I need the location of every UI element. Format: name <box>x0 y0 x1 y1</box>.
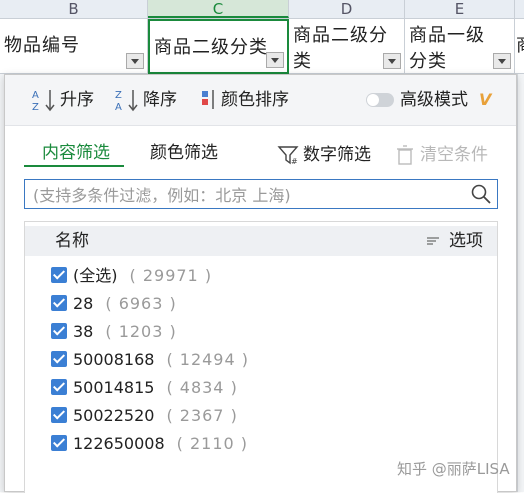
header-cell-label: 物品编号 <box>4 35 80 56</box>
sort-ascending-label: 升序 <box>60 90 94 110</box>
column-letter-e[interactable]: E <box>405 0 515 18</box>
advanced-mode-label: 高级模式 <box>400 90 468 110</box>
number-filter-label: 数字筛选 <box>303 145 371 165</box>
tab-color-filter[interactable]: 颜色筛选 <box>150 141 218 165</box>
list-item-select-all[interactable]: (全选) ( 29971 ) <box>51 262 249 290</box>
list-item[interactable]: 122650008 ( 2110 ) <box>51 430 249 458</box>
vip-badge: V <box>479 90 492 109</box>
trash-icon <box>397 145 413 165</box>
watermark: 知乎 @丽萨LISA <box>397 460 510 478</box>
list-header: 名称 选项 <box>25 226 497 256</box>
list-item-count: ( 6963 ) <box>105 294 177 313</box>
list-item-label: 28 <box>73 294 94 313</box>
svg-text:Z: Z <box>32 102 39 113</box>
column-header-bar: B C D E <box>0 0 524 19</box>
tab-content-filter[interactable]: 内容筛选 <box>42 141 110 165</box>
sort-toolbar: A Z 升序 Z A 降序 颜色排序 高级模式 V <box>5 75 516 126</box>
header-cell-label: 商品一级分类 <box>409 25 485 72</box>
color-sort-button[interactable]: 颜色排序 <box>198 87 289 113</box>
clear-conditions-button[interactable]: 清空条件 <box>394 143 488 167</box>
header-cell-secondary-category-selected[interactable]: 商品二级分类 <box>148 19 289 74</box>
filter-dropdown-button[interactable] <box>493 53 511 69</box>
checkbox-checked[interactable] <box>51 379 67 395</box>
value-list: 名称 选项 (全选) ( 29971 ) 28 ( 6963 ) 38 ( 1203 … <box>24 221 498 493</box>
clear-conditions-label: 清空条件 <box>420 145 488 165</box>
column-letter-d[interactable]: D <box>289 0 405 18</box>
list-item-label: 38 <box>73 322 94 341</box>
svg-text:Z: Z <box>115 90 122 101</box>
list-item-label: 50022520 <box>73 406 155 425</box>
list-item-label: (全选) <box>73 266 118 285</box>
list-item[interactable]: 50022520 ( 2367 ) <box>51 402 249 430</box>
sort-descending-label: 降序 <box>143 90 177 110</box>
search-icon[interactable] <box>471 184 491 204</box>
list-item-label: 50014815 <box>73 378 155 397</box>
header-cell-secondary-category[interactable]: 商品二级分类 <box>289 19 405 74</box>
checkbox-checked[interactable] <box>51 407 67 423</box>
advanced-mode-toggle[interactable] <box>366 93 394 107</box>
list-item[interactable]: 28 ( 6963 ) <box>51 290 249 318</box>
list-item-label: 122650008 <box>73 434 165 453</box>
svg-text:#: # <box>291 157 298 166</box>
list-item-count: ( 4834 ) <box>166 378 238 397</box>
filter-dropdown-button[interactable] <box>383 53 401 69</box>
search-box <box>24 179 498 209</box>
list-item-count: ( 12494 ) <box>166 350 249 369</box>
number-filter-button[interactable]: # 数字筛选 <box>277 143 371 167</box>
sort-descending-icon: Z A <box>115 90 138 113</box>
svg-text:A: A <box>32 90 39 101</box>
list-item-label: 50008168 <box>73 350 155 369</box>
funnel-icon: # <box>277 146 299 166</box>
color-sort-label: 颜色排序 <box>221 90 289 110</box>
checkbox-checked[interactable] <box>51 435 67 451</box>
sort-descending-button[interactable]: Z A 降序 <box>114 87 177 113</box>
svg-text:A: A <box>115 102 122 113</box>
column-letter-c[interactable]: C <box>148 0 289 18</box>
header-cell-item-number[interactable]: 物品编号 <box>0 19 148 74</box>
sort-ascending-icon: A Z <box>32 90 55 113</box>
list-item-count: ( 2110 ) <box>176 434 248 453</box>
checkbox-checked[interactable] <box>51 323 67 339</box>
list-item[interactable]: 50008168 ( 12494 ) <box>51 346 249 374</box>
header-cell-next[interactable]: 商 <box>515 19 524 74</box>
sort-lines-icon <box>427 237 439 245</box>
checkbox-checked[interactable] <box>51 295 67 311</box>
header-cell-label: 商品二级分类 <box>154 37 268 58</box>
header-cell-label: 商品二级分类 <box>293 25 388 72</box>
checkbox-checked[interactable] <box>51 267 67 283</box>
list-item-count: ( 29971 ) <box>129 266 213 285</box>
sheet-right-edge <box>517 74 524 492</box>
list-item[interactable]: 50014815 ( 4834 ) <box>51 374 249 402</box>
list-item[interactable]: 38 ( 1203 ) <box>51 318 249 346</box>
list-options-button[interactable]: 选项 <box>425 226 483 256</box>
filter-dropdown-button[interactable] <box>126 53 144 69</box>
header-cell-primary-category[interactable]: 商品一级分类 <box>405 19 515 74</box>
sort-ascending-button[interactable]: A Z 升序 <box>31 87 94 113</box>
filter-popup: A Z 升序 Z A 降序 颜色排序 高级模式 V 内容筛选 颜色筛选 # 数字… <box>4 74 517 493</box>
list-options-label: 选项 <box>449 231 483 251</box>
active-tab-indicator <box>24 165 124 167</box>
filter-dropdown-button[interactable] <box>266 52 284 68</box>
list-header-name: 名称 <box>55 231 89 251</box>
header-cell-label: 商 <box>516 33 524 59</box>
color-sort-icon <box>202 90 214 109</box>
list-item-count: ( 2367 ) <box>166 406 238 425</box>
list-item-count: ( 1203 ) <box>105 322 177 341</box>
checkbox-checked[interactable] <box>51 351 67 367</box>
value-rows: (全选) ( 29971 ) 28 ( 6963 ) 38 ( 1203 ) 5000… <box>51 262 249 458</box>
column-letter-b[interactable]: B <box>0 0 148 18</box>
search-input[interactable] <box>31 182 465 208</box>
